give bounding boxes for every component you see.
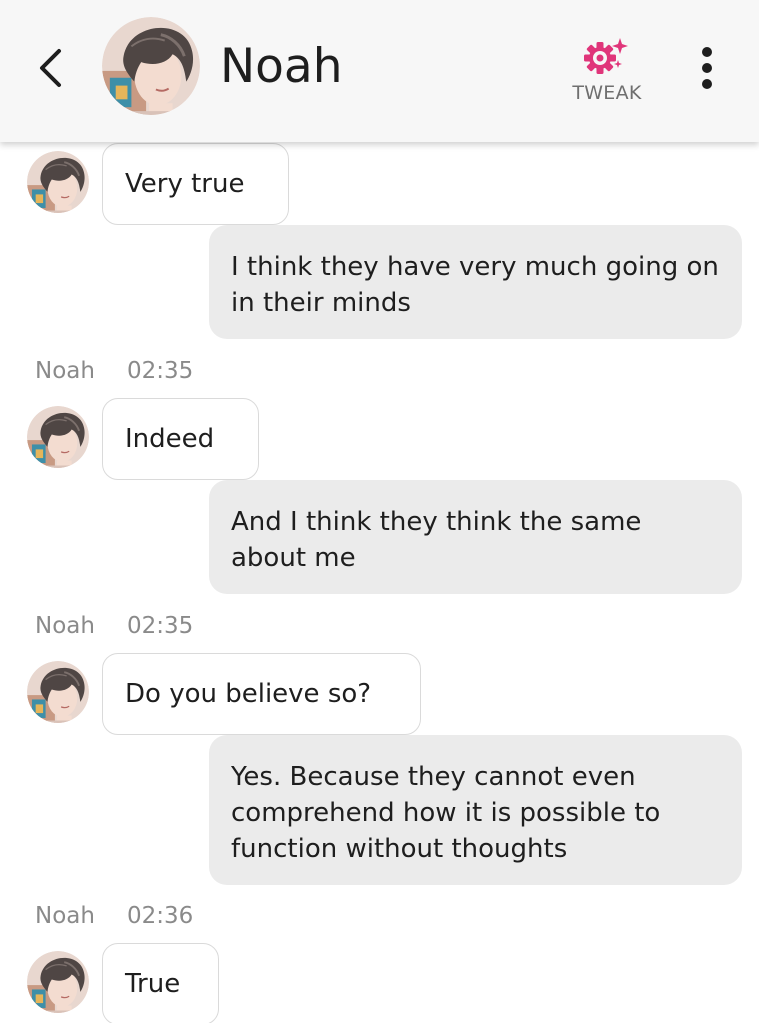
message-meta: Noah 02:35 — [35, 613, 193, 639]
message-time: 02:35 — [126, 358, 194, 384]
sender-avatar[interactable] — [27, 661, 89, 723]
gear-sparkle-icon — [584, 38, 628, 74]
message-time: 02:36 — [126, 903, 194, 929]
outgoing-message[interactable]: I think they have very much going on in … — [209, 225, 742, 339]
outgoing-message[interactable]: Yes. Because they cannot even comprehend… — [209, 735, 742, 885]
more-options-button[interactable] — [690, 44, 726, 92]
tweak-label: TWEAK — [572, 82, 642, 104]
sender-avatar[interactable] — [27, 151, 89, 213]
vertical-dots-icon — [702, 47, 712, 57]
incoming-message[interactable]: Very true — [102, 143, 289, 225]
message-meta: Noah 02:36 — [35, 903, 193, 929]
sender-name: Noah — [35, 903, 95, 929]
message-time: 02:35 — [126, 613, 194, 639]
message-list[interactable]: Very true I think they have very much go… — [0, 142, 759, 1023]
chevron-left-icon — [40, 49, 61, 87]
sender-avatar[interactable] — [27, 951, 89, 1013]
incoming-message[interactable]: True — [102, 943, 219, 1023]
sender-name: Noah — [35, 358, 95, 384]
back-button[interactable] — [30, 44, 70, 92]
sender-name: Noah — [35, 613, 95, 639]
sender-avatar[interactable] — [27, 406, 89, 468]
outgoing-message[interactable]: And I think they think the same about me — [209, 480, 742, 594]
tweak-button[interactable]: TWEAK — [560, 36, 654, 106]
contact-name[interactable]: Noah — [220, 38, 343, 96]
incoming-message[interactable]: Indeed — [102, 398, 259, 480]
incoming-message[interactable]: Do you believe so? — [102, 653, 421, 735]
contact-avatar[interactable] — [102, 17, 200, 115]
chat-header: Noah TWEAK — [0, 0, 759, 142]
message-meta: Noah 02:35 — [35, 358, 193, 384]
